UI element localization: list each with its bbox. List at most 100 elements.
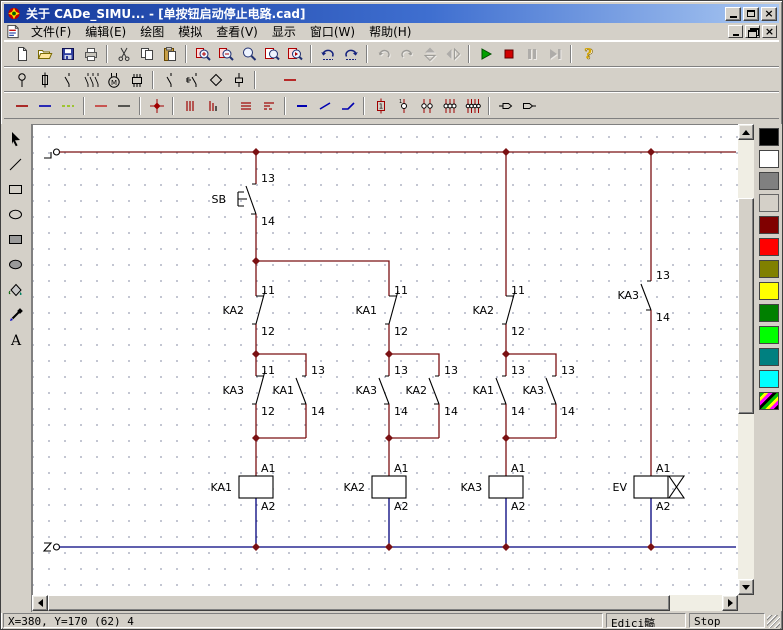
zoom-in-button[interactable] (191, 43, 214, 65)
color-swatch-yellow[interactable] (759, 282, 779, 300)
open-button[interactable] (33, 43, 56, 65)
terminal-block-button[interactable] (227, 69, 250, 91)
red-wire-button[interactable] (278, 69, 301, 91)
horizontal-lines-dashed-button[interactable] (257, 95, 280, 117)
simulate-pause-button[interactable] (520, 43, 543, 65)
child-restore-button[interactable] (745, 25, 760, 38)
close-button[interactable]: × (761, 7, 777, 21)
color-swatch-dark-red[interactable] (759, 216, 779, 234)
green-dashed-wire-button[interactable] (56, 95, 79, 117)
top-rail[interactable] (44, 149, 736, 158)
paste-button[interactable] (158, 43, 181, 65)
color-swatch-gray[interactable] (759, 172, 779, 190)
solenoid-valve-ev[interactable] (634, 476, 684, 498)
new-button[interactable] (10, 43, 33, 65)
horizontal-lines-button[interactable] (234, 95, 257, 117)
scroll-right-button[interactable] (722, 595, 738, 611)
relay-coil-ka2[interactable] (372, 476, 406, 498)
no-contact-r3-right[interactable] (546, 376, 556, 404)
copy-button[interactable] (135, 43, 158, 65)
zoom-out-button[interactable] (214, 43, 237, 65)
filled-ellipse-tool[interactable] (3, 252, 30, 277)
terminal-triple-button[interactable] (438, 95, 461, 117)
relay-coil-ka1[interactable] (239, 476, 273, 498)
blue-segment-button[interactable] (290, 95, 313, 117)
ellipse-tool[interactable] (3, 202, 30, 227)
diamond-element-button[interactable] (204, 69, 227, 91)
line-tool[interactable] (3, 152, 30, 177)
child-close-button[interactable]: × (762, 25, 777, 38)
simulate-step-button[interactable] (543, 43, 566, 65)
horizontal-scroll-thumb[interactable] (48, 595, 670, 611)
motor-button[interactable]: M (102, 69, 125, 91)
color-swatch-black[interactable] (759, 128, 779, 146)
simulate-play-button[interactable] (474, 43, 497, 65)
vertical-lines-button[interactable] (178, 95, 201, 117)
no-contact-r3-left[interactable] (496, 376, 506, 404)
menu-simulate[interactable]: 模拟 (171, 22, 209, 41)
menu-display[interactable]: 显示 (265, 22, 303, 41)
aux-contact-button[interactable] (158, 69, 181, 91)
fill-tool[interactable] (3, 277, 30, 302)
zoom-page-button[interactable] (260, 43, 283, 65)
color-swatch-none[interactable] (759, 194, 779, 212)
save-button[interactable] (56, 43, 79, 65)
select-tool[interactable] (3, 127, 30, 152)
terminal-quad-button[interactable] (461, 95, 484, 117)
menu-file[interactable]: 文件(F) (24, 22, 78, 41)
simulate-stop-button[interactable] (497, 43, 520, 65)
three-pole-switch-button[interactable] (79, 69, 102, 91)
help-button[interactable]: ?? (576, 43, 599, 65)
no-contact-r4[interactable] (641, 281, 651, 310)
flip-vertical-button[interactable] (418, 43, 441, 65)
menu-help[interactable]: 帮助(H) (362, 22, 418, 41)
blue-wire-button[interactable] (33, 95, 56, 117)
pushbutton-sb[interactable] (238, 184, 256, 214)
text-tool[interactable]: A (3, 327, 30, 352)
color-swatch-teal[interactable] (759, 348, 779, 366)
rotate-left-button[interactable] (372, 43, 395, 65)
blue-polyline-button[interactable] (336, 95, 359, 117)
output-connector-button[interactable] (517, 95, 540, 117)
rotate-right-button[interactable] (395, 43, 418, 65)
resize-grip[interactable] (767, 615, 780, 628)
red-wire-button[interactable] (10, 95, 33, 117)
zoom-all-button[interactable] (283, 43, 306, 65)
color-swatch-green[interactable] (759, 326, 779, 344)
terminal-double-button[interactable] (415, 95, 438, 117)
junction-node-button[interactable] (145, 95, 168, 117)
rectangle-tool[interactable] (3, 177, 30, 202)
minimize-button[interactable] (725, 7, 741, 21)
filled-rectangle-tool[interactable] (3, 227, 30, 252)
maximize-button[interactable] (743, 7, 759, 21)
schematic-canvas[interactable]: SB 13 14 KA2 11 12 KA3 11 12 KA1 13 14 (32, 124, 738, 595)
scroll-up-button[interactable] (738, 124, 754, 140)
menu-view[interactable]: 查看(V) (209, 22, 265, 41)
flip-horizontal-button[interactable] (441, 43, 464, 65)
zoom-button[interactable] (237, 43, 260, 65)
scroll-left-button[interactable] (32, 595, 48, 611)
blue-diagonal-button[interactable] (313, 95, 336, 117)
plc-module-button[interactable] (125, 69, 148, 91)
redo-button[interactable] (339, 43, 362, 65)
black-line-button[interactable] (112, 95, 135, 117)
rung2-wires[interactable] (256, 261, 439, 476)
vertical-scroll-thumb[interactable] (738, 198, 754, 414)
print-button[interactable] (79, 43, 102, 65)
color-swatch-custom[interactable] (759, 392, 779, 410)
color-swatch-olive[interactable] (759, 260, 779, 278)
child-minimize-button[interactable] (728, 25, 743, 38)
rung1-wires[interactable] (256, 152, 306, 476)
numbered-box-button[interactable]: 1 (369, 95, 392, 117)
no-contact-r1-right[interactable] (296, 376, 306, 404)
contact-button[interactable] (56, 69, 79, 91)
menu-edit[interactable]: 编辑(E) (78, 22, 133, 41)
input-connector-button[interactable] (494, 95, 517, 117)
horizontal-scrollbar[interactable] (32, 595, 738, 611)
picker-tool[interactable] (3, 302, 30, 327)
menu-window[interactable]: 窗口(W) (303, 22, 362, 41)
menu-draw[interactable]: 绘图 (133, 22, 171, 41)
rung3-wires[interactable] (506, 152, 556, 476)
scroll-down-button[interactable] (738, 579, 754, 595)
no-contact-r2-left[interactable] (379, 376, 389, 404)
